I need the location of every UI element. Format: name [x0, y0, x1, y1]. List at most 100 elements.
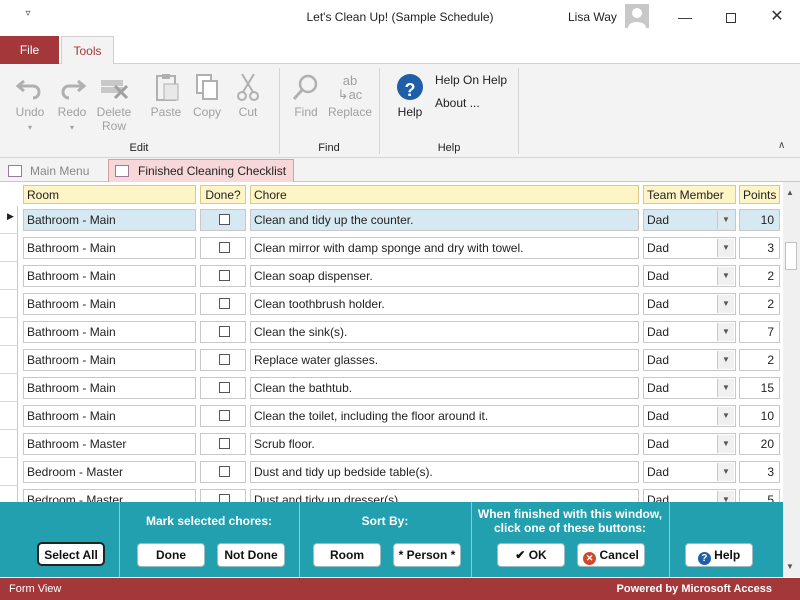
row-selector[interactable] [0, 234, 18, 262]
cell-room[interactable]: Bathroom - Main [23, 405, 196, 427]
cell-points[interactable]: 2 [739, 293, 780, 315]
cell-chore[interactable]: Replace water glasses. [250, 349, 639, 371]
row-selector[interactable] [0, 374, 18, 402]
cell-room[interactable]: Bathroom - Main [23, 321, 196, 343]
help-ribbon-button[interactable]: ? Help [390, 72, 430, 119]
cell-room[interactable]: Bathroom - Main [23, 209, 196, 231]
done-checkbox[interactable] [219, 270, 230, 281]
find-button[interactable]: Find [286, 72, 326, 119]
cell-points[interactable]: 5 [739, 489, 780, 502]
cell-team-member[interactable]: Dad ▼ [643, 405, 736, 427]
redo-button[interactable]: Redo ▾ [52, 72, 92, 135]
done-checkbox[interactable] [219, 410, 230, 421]
cell-done[interactable] [200, 293, 246, 315]
done-checkbox[interactable] [219, 466, 230, 477]
scroll-up-icon[interactable]: ▲ [786, 188, 794, 197]
done-checkbox[interactable] [219, 382, 230, 393]
cell-done[interactable] [200, 405, 246, 427]
paste-button[interactable]: Paste [146, 72, 186, 119]
avatar[interactable] [625, 4, 649, 28]
cell-done[interactable] [200, 209, 246, 231]
cell-points[interactable]: 2 [739, 349, 780, 371]
cut-button[interactable]: Cut [228, 72, 268, 119]
collapse-ribbon-icon[interactable]: ∧ [778, 140, 785, 151]
cell-points[interactable]: 10 [739, 209, 780, 231]
cell-room[interactable]: Bathroom - Master [23, 433, 196, 455]
column-header-team-member[interactable]: Team Member [643, 185, 736, 204]
cell-done[interactable] [200, 321, 246, 343]
chevron-down-icon[interactable]: ▼ [717, 491, 734, 502]
cell-chore[interactable]: Clean toothbrush holder. [250, 293, 639, 315]
row-selector[interactable] [0, 346, 18, 374]
tab-file[interactable]: File [0, 36, 59, 64]
close-icon[interactable]: ✕ [754, 0, 800, 34]
cell-room[interactable]: Bathroom - Main [23, 237, 196, 259]
cell-points[interactable]: 7 [739, 321, 780, 343]
chevron-down-icon[interactable]: ▼ [717, 407, 734, 425]
scrollbar-thumb[interactable] [785, 242, 797, 270]
chevron-down-icon[interactable]: ▼ [717, 323, 734, 341]
cell-team-member[interactable]: Dad ▼ [643, 293, 736, 315]
cell-team-member[interactable]: Dad ▼ [643, 349, 736, 371]
cell-done[interactable] [200, 489, 246, 502]
cell-done[interactable] [200, 461, 246, 483]
done-checkbox[interactable] [219, 214, 230, 225]
cell-chore[interactable]: Clean soap dispenser. [250, 265, 639, 287]
undo-button[interactable]: Undo ▾ [10, 72, 50, 135]
sort-person-button[interactable]: * Person * [393, 543, 461, 567]
cell-points[interactable]: 2 [739, 265, 780, 287]
replace-button[interactable]: ab ↳ac Replace [327, 72, 373, 120]
cell-done[interactable] [200, 237, 246, 259]
done-checkbox[interactable] [219, 494, 230, 502]
cell-points[interactable]: 3 [739, 237, 780, 259]
row-selector[interactable] [0, 262, 18, 290]
not-done-button[interactable]: Not Done [217, 543, 285, 567]
delete-row-button[interactable]: Delete Row [94, 72, 134, 133]
vertical-scrollbar[interactable]: ▲ [783, 182, 800, 502]
row-selector[interactable] [0, 318, 18, 346]
copy-button[interactable]: Copy [187, 72, 227, 119]
done-checkbox[interactable] [219, 326, 230, 337]
cell-points[interactable]: 15 [739, 377, 780, 399]
chevron-down-icon[interactable]: ▼ [717, 463, 734, 481]
done-checkbox[interactable] [219, 298, 230, 309]
restore-icon[interactable] [708, 0, 754, 34]
cell-chore[interactable]: Clean and tidy up the counter. [250, 209, 639, 231]
done-checkbox[interactable] [219, 354, 230, 365]
chevron-down-icon[interactable]: ▼ [717, 351, 734, 369]
cell-room[interactable]: Bathroom - Main [23, 377, 196, 399]
tab-main-menu[interactable]: Main Menu [2, 160, 106, 182]
cancel-button[interactable]: ✕ Cancel [577, 543, 645, 567]
done-checkbox[interactable] [219, 438, 230, 449]
cell-points[interactable]: 20 [739, 433, 780, 455]
cell-done[interactable] [200, 349, 246, 371]
cell-team-member[interactable]: Dad ▼ [643, 377, 736, 399]
ok-button[interactable]: ✔ OK [497, 543, 565, 567]
row-selector[interactable] [0, 430, 18, 458]
column-header-points[interactable]: Points [739, 185, 780, 204]
cell-chore[interactable]: Dust and tidy up dresser(s). [250, 489, 639, 502]
sort-room-button[interactable]: Room [313, 543, 381, 567]
user-name[interactable]: Lisa Way [568, 10, 617, 24]
cell-chore[interactable]: Dust and tidy up bedside table(s). [250, 461, 639, 483]
row-selector[interactable] [0, 290, 18, 318]
done-button[interactable]: Done [137, 543, 205, 567]
cell-done[interactable] [200, 265, 246, 287]
cell-room[interactable]: Bathroom - Main [23, 293, 196, 315]
chevron-down-icon[interactable]: ▼ [717, 267, 734, 285]
about-button[interactable]: About ... [435, 96, 480, 110]
cell-team-member[interactable]: Dad ▼ [643, 461, 736, 483]
chevron-down-icon[interactable]: ▼ [717, 211, 734, 229]
cell-team-member[interactable]: Dad ▼ [643, 265, 736, 287]
column-header-done[interactable]: Done? [200, 185, 246, 204]
cell-room[interactable]: Bedroom - Master [23, 461, 196, 483]
cell-room[interactable]: Bathroom - Main [23, 349, 196, 371]
cell-room[interactable]: Bathroom - Main [23, 265, 196, 287]
cell-points[interactable]: 3 [739, 461, 780, 483]
minimize-icon[interactable]: — [662, 0, 708, 34]
row-selector[interactable] [0, 402, 18, 430]
cell-done[interactable] [200, 377, 246, 399]
chevron-down-icon[interactable]: ▼ [717, 435, 734, 453]
cell-chore[interactable]: Clean mirror with damp sponge and dry wi… [250, 237, 639, 259]
row-selector[interactable] [0, 486, 18, 502]
